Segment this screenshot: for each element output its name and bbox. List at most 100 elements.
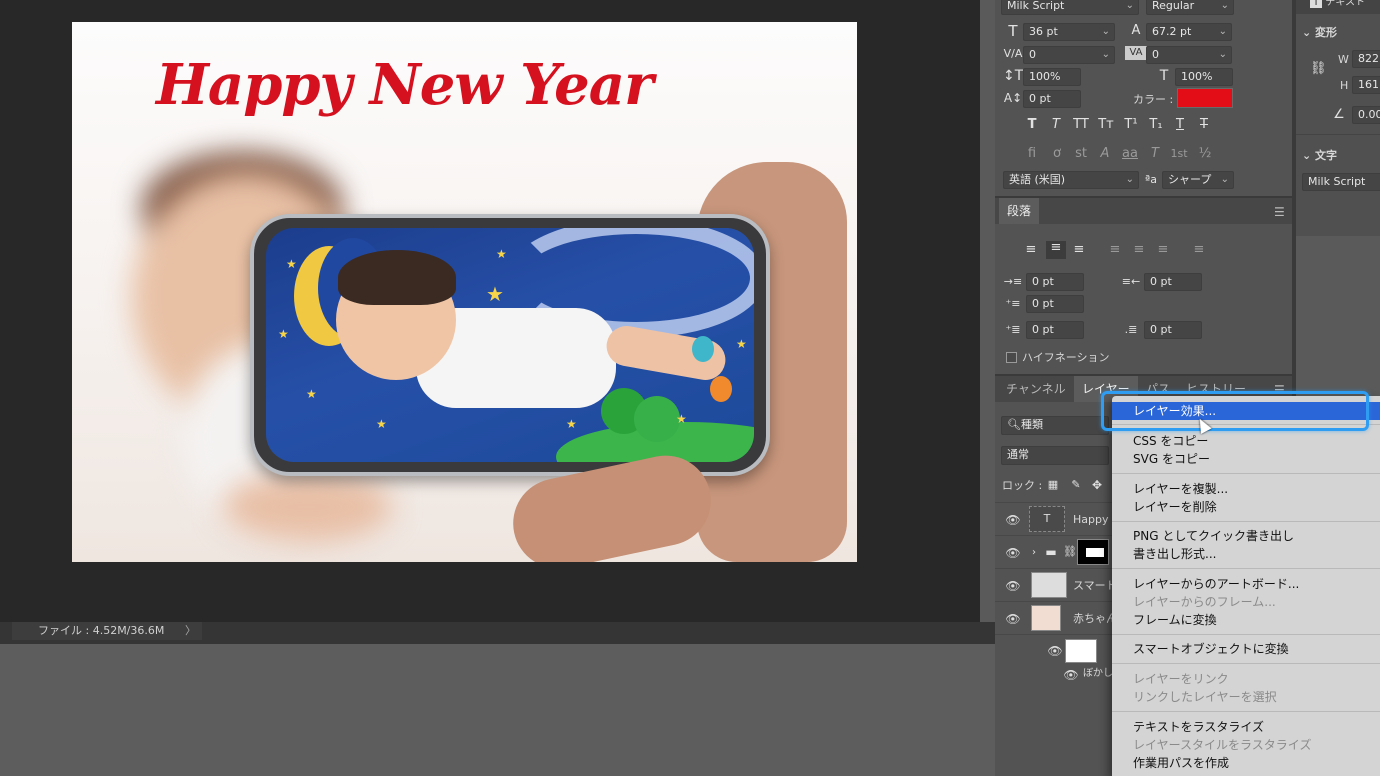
- eye-icon[interactable]: 👁︎: [1047, 644, 1063, 658]
- tab-channels[interactable]: チャンネル: [998, 376, 1074, 402]
- hyphenation-checkbox[interactable]: [1006, 352, 1017, 363]
- horizontal-scale-field[interactable]: 100%: [1175, 68, 1233, 86]
- language-value: 英語 (米国): [1009, 173, 1066, 186]
- space-before-field[interactable]: 0 pt: [1026, 321, 1084, 339]
- font-size-field[interactable]: 36 pt ⌄: [1023, 23, 1115, 41]
- indent-right-field[interactable]: 0 pt: [1144, 273, 1202, 291]
- vertical-scale-field[interactable]: 100%: [1023, 68, 1081, 86]
- space-after-field[interactable]: 0 pt: [1144, 321, 1202, 339]
- menu-item-duplicate-layer[interactable]: レイヤーを複製...: [1112, 480, 1380, 498]
- language-dropdown[interactable]: 英語 (米国) ⌄: [1003, 171, 1139, 189]
- subscript-button[interactable]: T₁: [1147, 118, 1165, 132]
- align-center-icon[interactable]: ≡: [1046, 241, 1066, 259]
- old-style-button[interactable]: ơ: [1048, 147, 1066, 161]
- chevron-down-icon: ⌄: [1218, 26, 1227, 37]
- indent-left-field[interactable]: 0 pt: [1026, 273, 1084, 291]
- width-field[interactable]: 822.: [1352, 50, 1380, 68]
- ligatures-button[interactable]: fi: [1024, 147, 1040, 161]
- file-size-label: ファイル : 4.52M/36.6M: [38, 624, 165, 637]
- font-style-dropdown[interactable]: Regular ⌄: [1146, 0, 1234, 15]
- font-size-value: 36 pt: [1029, 25, 1058, 38]
- layer-thumbnail: [1031, 605, 1061, 631]
- menu-item-convert-to-frame[interactable]: フレームに変換: [1112, 611, 1380, 629]
- small-caps-button[interactable]: Tт: [1096, 118, 1116, 132]
- fractions-button[interactable]: ½: [1196, 147, 1214, 161]
- superscript-button[interactable]: T¹: [1122, 118, 1140, 132]
- stylistic-alternates-button[interactable]: aa: [1120, 147, 1140, 161]
- properties-font-field[interactable]: Milk Script: [1302, 173, 1380, 191]
- blend-mode-dropdown[interactable]: 通常: [1001, 446, 1109, 465]
- eye-icon[interactable]: 👁︎: [1005, 579, 1021, 593]
- layer-name: Happy: [1073, 513, 1109, 526]
- file-size-info[interactable]: ファイル : 4.52M/36.6M 〉: [12, 622, 202, 640]
- height-field[interactable]: 161.: [1352, 76, 1380, 94]
- text-color-swatch[interactable]: [1177, 88, 1233, 108]
- justify-center-icon[interactable]: ≡: [1132, 243, 1146, 257]
- document-canvas[interactable]: Happy New Year ★ ★ ★ ★ ★ ★ ★ ★ ★: [72, 22, 857, 562]
- chevron-right-icon[interactable]: ›: [1029, 546, 1039, 560]
- faux-bold-button[interactable]: T: [1024, 118, 1040, 132]
- menu-item-delete-layer[interactable]: レイヤーを削除: [1112, 498, 1380, 516]
- vertical-scale-icon: ↕T: [1003, 68, 1024, 84]
- leading-icon: A: [1131, 23, 1141, 38]
- blur-filter-label: ぼかし: [1083, 668, 1113, 679]
- menu-item-rasterize-type[interactable]: テキストをラスタライズ: [1112, 718, 1380, 736]
- menu-item-export-as[interactable]: 書き出し形式...: [1112, 545, 1380, 563]
- align-right-icon[interactable]: ≡: [1072, 243, 1086, 257]
- strikethrough-button[interactable]: T: [1196, 118, 1212, 132]
- all-caps-button[interactable]: TT: [1070, 118, 1092, 132]
- leading-field[interactable]: 67.2 pt ⌄: [1146, 23, 1232, 41]
- menu-item-copy-svg[interactable]: SVG をコピー: [1112, 450, 1380, 468]
- lock-image-icon[interactable]: ✎: [1069, 478, 1083, 492]
- blend-mode-value: 通常: [1007, 448, 1029, 461]
- faux-italic-button[interactable]: T: [1048, 118, 1064, 132]
- menu-item-link-layers: レイヤーをリンク: [1133, 672, 1229, 686]
- baseline-shift-field[interactable]: 0 pt: [1023, 90, 1081, 108]
- horizontal-scale-icon: T: [1159, 68, 1169, 84]
- align-left-icon[interactable]: ≡: [1024, 243, 1038, 257]
- transform-section-header[interactable]: ⌄ 変形: [1302, 26, 1337, 40]
- ordinals-button[interactable]: 1st: [1168, 147, 1190, 161]
- tracking-field[interactable]: 0 ⌄: [1146, 46, 1232, 64]
- space-after-icon: .≣: [1124, 323, 1138, 336]
- menu-item-select-linked-layers: リンクしたレイヤーを選択: [1133, 690, 1277, 704]
- star-icon: ★: [736, 337, 747, 351]
- font-family-value: Milk Script: [1007, 0, 1065, 12]
- eye-icon[interactable]: 👁︎: [1005, 513, 1021, 527]
- layer-filter-kind[interactable]: 🔍︎種類: [1001, 416, 1109, 435]
- tracking-icon: VA: [1125, 46, 1147, 60]
- panel-menu-icon[interactable]: ☰: [1274, 205, 1285, 219]
- link-icon[interactable]: ⛓: [1310, 62, 1327, 76]
- titling-alternates-button[interactable]: T: [1146, 147, 1164, 161]
- eye-icon[interactable]: 👁︎: [1063, 668, 1079, 682]
- balloon-teal: [692, 336, 714, 362]
- menu-item-create-work-path[interactable]: 作業用パスを作成: [1112, 754, 1380, 772]
- antialias-dropdown[interactable]: シャープ ⌄: [1162, 171, 1234, 189]
- first-line-indent-field[interactable]: 0 pt: [1026, 295, 1084, 313]
- menu-item-convert-to-smart-object[interactable]: スマートオブジェクトに変換: [1112, 640, 1380, 658]
- menu-item-quick-export-png[interactable]: PNG としてクイック書き出し: [1112, 527, 1380, 545]
- star-icon: ★: [376, 417, 387, 431]
- chevron-right-icon[interactable]: 〉: [185, 622, 196, 640]
- lock-position-icon[interactable]: ✥: [1090, 478, 1104, 492]
- kerning-field[interactable]: 0 ⌄: [1023, 46, 1115, 64]
- horizontal-scale-value: 100%: [1181, 70, 1213, 83]
- discretionary-ligatures-button[interactable]: st: [1072, 147, 1090, 161]
- swash-button[interactable]: A: [1096, 147, 1114, 161]
- lock-transparent-icon[interactable]: ▦: [1046, 478, 1060, 492]
- angle-field[interactable]: 0.00: [1352, 106, 1380, 124]
- underline-button[interactable]: T: [1172, 118, 1188, 132]
- eye-icon[interactable]: 👁︎: [1005, 546, 1021, 560]
- indent-left-icon: →≡: [1003, 275, 1023, 288]
- happy-new-year-text: Happy New Year: [156, 52, 654, 118]
- menu-item-copy-css[interactable]: CSS をコピー: [1112, 432, 1380, 450]
- eye-icon[interactable]: 👁︎: [1005, 612, 1021, 626]
- font-family-dropdown[interactable]: Milk Script ⌄: [1001, 0, 1139, 15]
- justify-left-icon[interactable]: ≡: [1108, 243, 1122, 257]
- text-section-header[interactable]: ⌄ 文字: [1302, 149, 1337, 163]
- tab-paragraph[interactable]: 段落: [999, 198, 1040, 224]
- justify-all-icon[interactable]: ≡: [1192, 243, 1206, 257]
- font-style-value: Regular: [1152, 0, 1195, 12]
- menu-item-artboard-from-layers[interactable]: レイヤーからのアートボード...: [1112, 575, 1380, 593]
- justify-right-icon[interactable]: ≡: [1156, 243, 1170, 257]
